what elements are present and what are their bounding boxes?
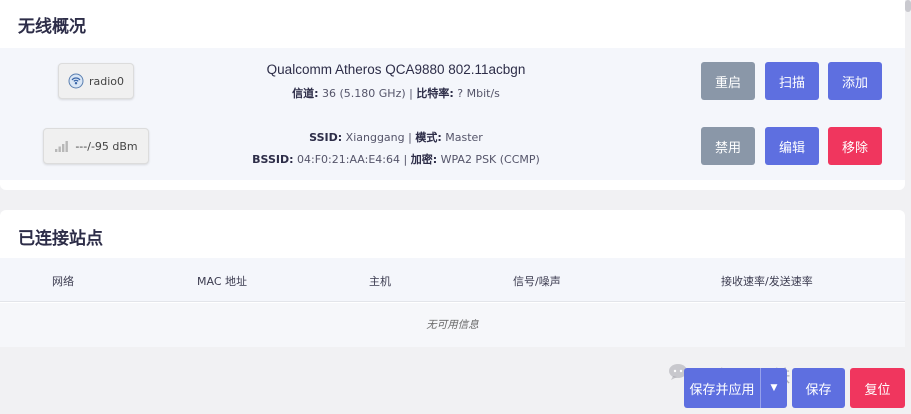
save-button[interactable]: 保存 <box>792 368 845 408</box>
connected-stations-card: 已连接站点 网络 MAC 地址 主机 信号/噪声 接收速率/发送速率 无可用信息 <box>0 210 905 347</box>
section-title-stations: 已连接站点 <box>18 229 103 249</box>
stations-table-header: 网络 MAC 地址 主机 信号/噪声 接收速率/发送速率 <box>0 258 905 302</box>
save-apply-label[interactable]: 保存并应用 <box>684 379 760 398</box>
column-header-host: 主机 <box>369 275 391 288</box>
channel-info: 信道: 36 (5.180 GHz) | 比特率: ? Mbit/s <box>0 85 792 101</box>
bitrate-value: ? Mbit/s <box>457 87 500 100</box>
scan-button[interactable]: 扫描 <box>765 62 819 100</box>
bssid-label: BSSID: <box>252 153 294 166</box>
reset-button[interactable]: 复位 <box>850 368 905 408</box>
bssid-value: 04:F0:21:AA:E4:64 <box>297 153 400 166</box>
separator: | <box>403 153 408 166</box>
save-apply-button[interactable]: 保存并应用 ▼ <box>684 368 787 408</box>
column-header-mac: MAC 地址 <box>197 275 247 288</box>
mode-label: 模式: <box>415 131 442 144</box>
page-scrollbar[interactable] <box>905 0 911 12</box>
table-row-empty: 无可用信息 <box>0 303 905 347</box>
mode-value: Master <box>445 131 483 144</box>
column-header-rx-tx-rate: 接收速率/发送速率 <box>721 275 813 288</box>
edit-button[interactable]: 编辑 <box>765 127 819 165</box>
channel-label: 信道: <box>292 87 319 100</box>
empty-state-text: 无可用信息 <box>426 319 479 331</box>
restart-button[interactable]: 重启 <box>701 62 755 100</box>
column-header-network: 网络 <box>52 275 74 288</box>
wireless-overview-card: 无线概况 radio0 ---/-95 dBm Qualcomm Atheros… <box>0 0 905 190</box>
bssid-info: BSSID: 04:F0:21:AA:E4:64 | 加密: WPA2 PSK … <box>0 151 792 167</box>
separator: | <box>409 87 413 100</box>
disable-button[interactable]: 禁用 <box>701 127 755 165</box>
encryption-value: WPA2 PSK (CCMP) <box>440 153 540 166</box>
ssid-label: SSID: <box>309 131 343 144</box>
ssid-value: Xianggang <box>345 131 405 144</box>
ssid-info: SSID: Xianggang | 模式: Master <box>0 129 792 145</box>
separator: | <box>408 131 412 144</box>
remove-button[interactable]: 移除 <box>828 127 882 165</box>
caret-down-icon[interactable]: ▼ <box>761 383 787 393</box>
channel-value: 36 (5.180 GHz) <box>322 87 406 100</box>
add-button[interactable]: 添加 <box>828 62 882 100</box>
encryption-label: 加密: <box>410 153 438 166</box>
section-title-wireless: 无线概况 <box>18 17 86 37</box>
bitrate-label: 比特率: <box>416 87 454 100</box>
column-header-signal-noise: 信号/噪声 <box>513 275 561 288</box>
device-name: Qualcomm Atheros QCA9880 802.11acbgn <box>266 62 526 77</box>
